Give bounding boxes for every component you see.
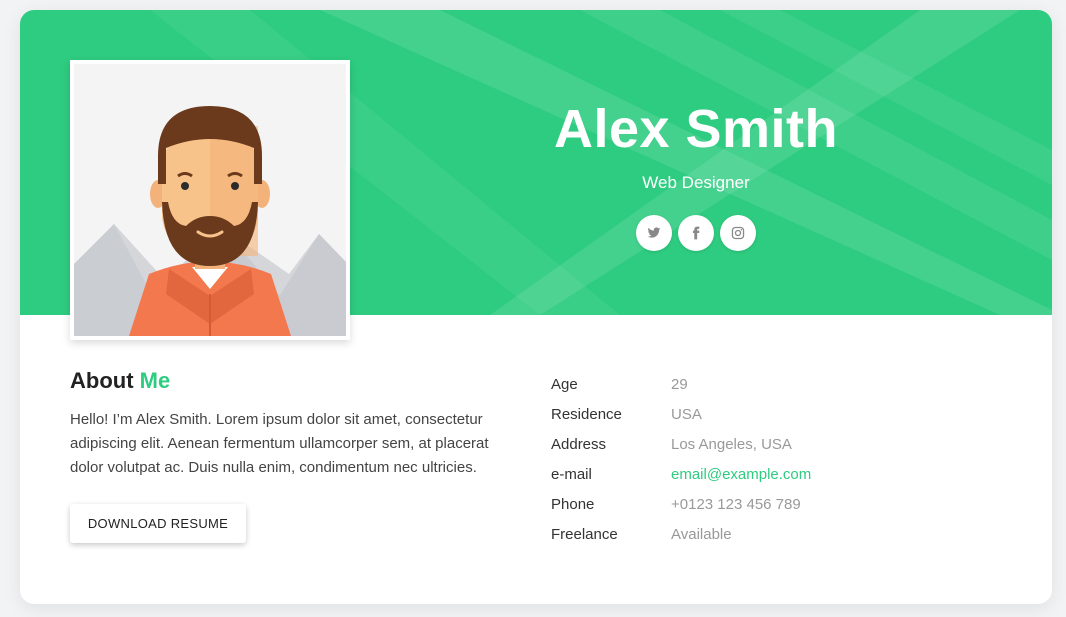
info-row-phone: Phone +0123 123 456 789 xyxy=(551,489,811,519)
social-links xyxy=(636,215,756,251)
about-heading-accent: Me xyxy=(139,368,171,393)
info-value: USA xyxy=(671,405,702,423)
download-resume-button[interactable]: DOWNLOAD RESUME xyxy=(70,504,246,543)
about-heading-main: About xyxy=(70,368,134,393)
info-label: Freelance xyxy=(551,525,618,543)
twitter-icon xyxy=(647,227,661,238)
info-label: Age xyxy=(551,375,578,393)
info-value: Los Angeles, USA xyxy=(671,435,792,453)
about-heading: About Me xyxy=(70,368,170,394)
info-row-residence: Residence USA xyxy=(551,399,811,429)
profile-card: Alex Smith Web Designer About Me Hello! … xyxy=(20,10,1052,604)
info-label: e-mail xyxy=(551,465,592,483)
avatar-illustration xyxy=(74,64,346,336)
profile-name: Alex Smith xyxy=(553,99,839,159)
about-text: Hello! I’m Alex Smith. Lorem ipsum dolor… xyxy=(70,411,489,476)
profile-role: Web Designer xyxy=(642,173,750,192)
facebook-link[interactable] xyxy=(678,215,714,251)
info-value: 29 xyxy=(671,375,688,393)
profile-photo xyxy=(70,60,350,340)
twitter-link[interactable] xyxy=(636,215,672,251)
info-row-age: Age 29 xyxy=(551,369,811,399)
info-row-email: e-mail email@example.com xyxy=(551,459,811,489)
email-link[interactable]: email@example.com xyxy=(671,466,811,483)
info-value: +0123 123 456 789 xyxy=(671,495,801,513)
info-label: Address xyxy=(551,435,607,453)
instagram-link[interactable] xyxy=(720,215,756,251)
info-label: Residence xyxy=(551,405,622,423)
instagram-icon xyxy=(731,226,745,240)
personal-info-list: Age 29 Residence USA Address Los Angeles… xyxy=(551,369,811,549)
facebook-icon xyxy=(692,226,700,240)
info-label: Phone xyxy=(551,495,595,513)
info-value: Available xyxy=(671,525,732,543)
info-row-freelance: Freelance Available xyxy=(551,519,811,549)
info-row-address: Address Los Angeles, USA xyxy=(551,429,811,459)
